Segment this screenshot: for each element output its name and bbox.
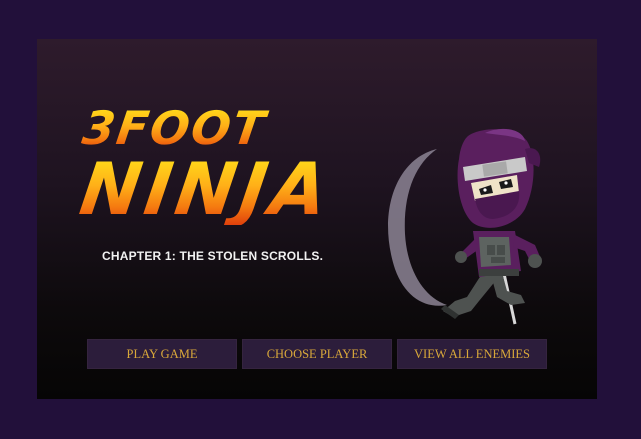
game-logo: 3FOOT NINJA <box>75 101 337 240</box>
view-all-enemies-button[interactable]: VIEW ALL ENEMIES <box>397 339 547 369</box>
ninja-character-icon <box>388 128 542 325</box>
logo-line-1: 3FOOT <box>79 101 324 155</box>
game-frame: 3FOOT NINJA CHAPTER 1: THE STOLEN SCROLL… <box>37 39 597 399</box>
chapter-subtitle: CHAPTER 1: THE STOLEN SCROLLS. <box>102 249 324 263</box>
logo-line-2: NINJA <box>75 147 337 231</box>
play-game-button[interactable]: PLAY GAME <box>87 339 237 369</box>
choose-player-button[interactable]: CHOOSE PLAYER <box>242 339 392 369</box>
